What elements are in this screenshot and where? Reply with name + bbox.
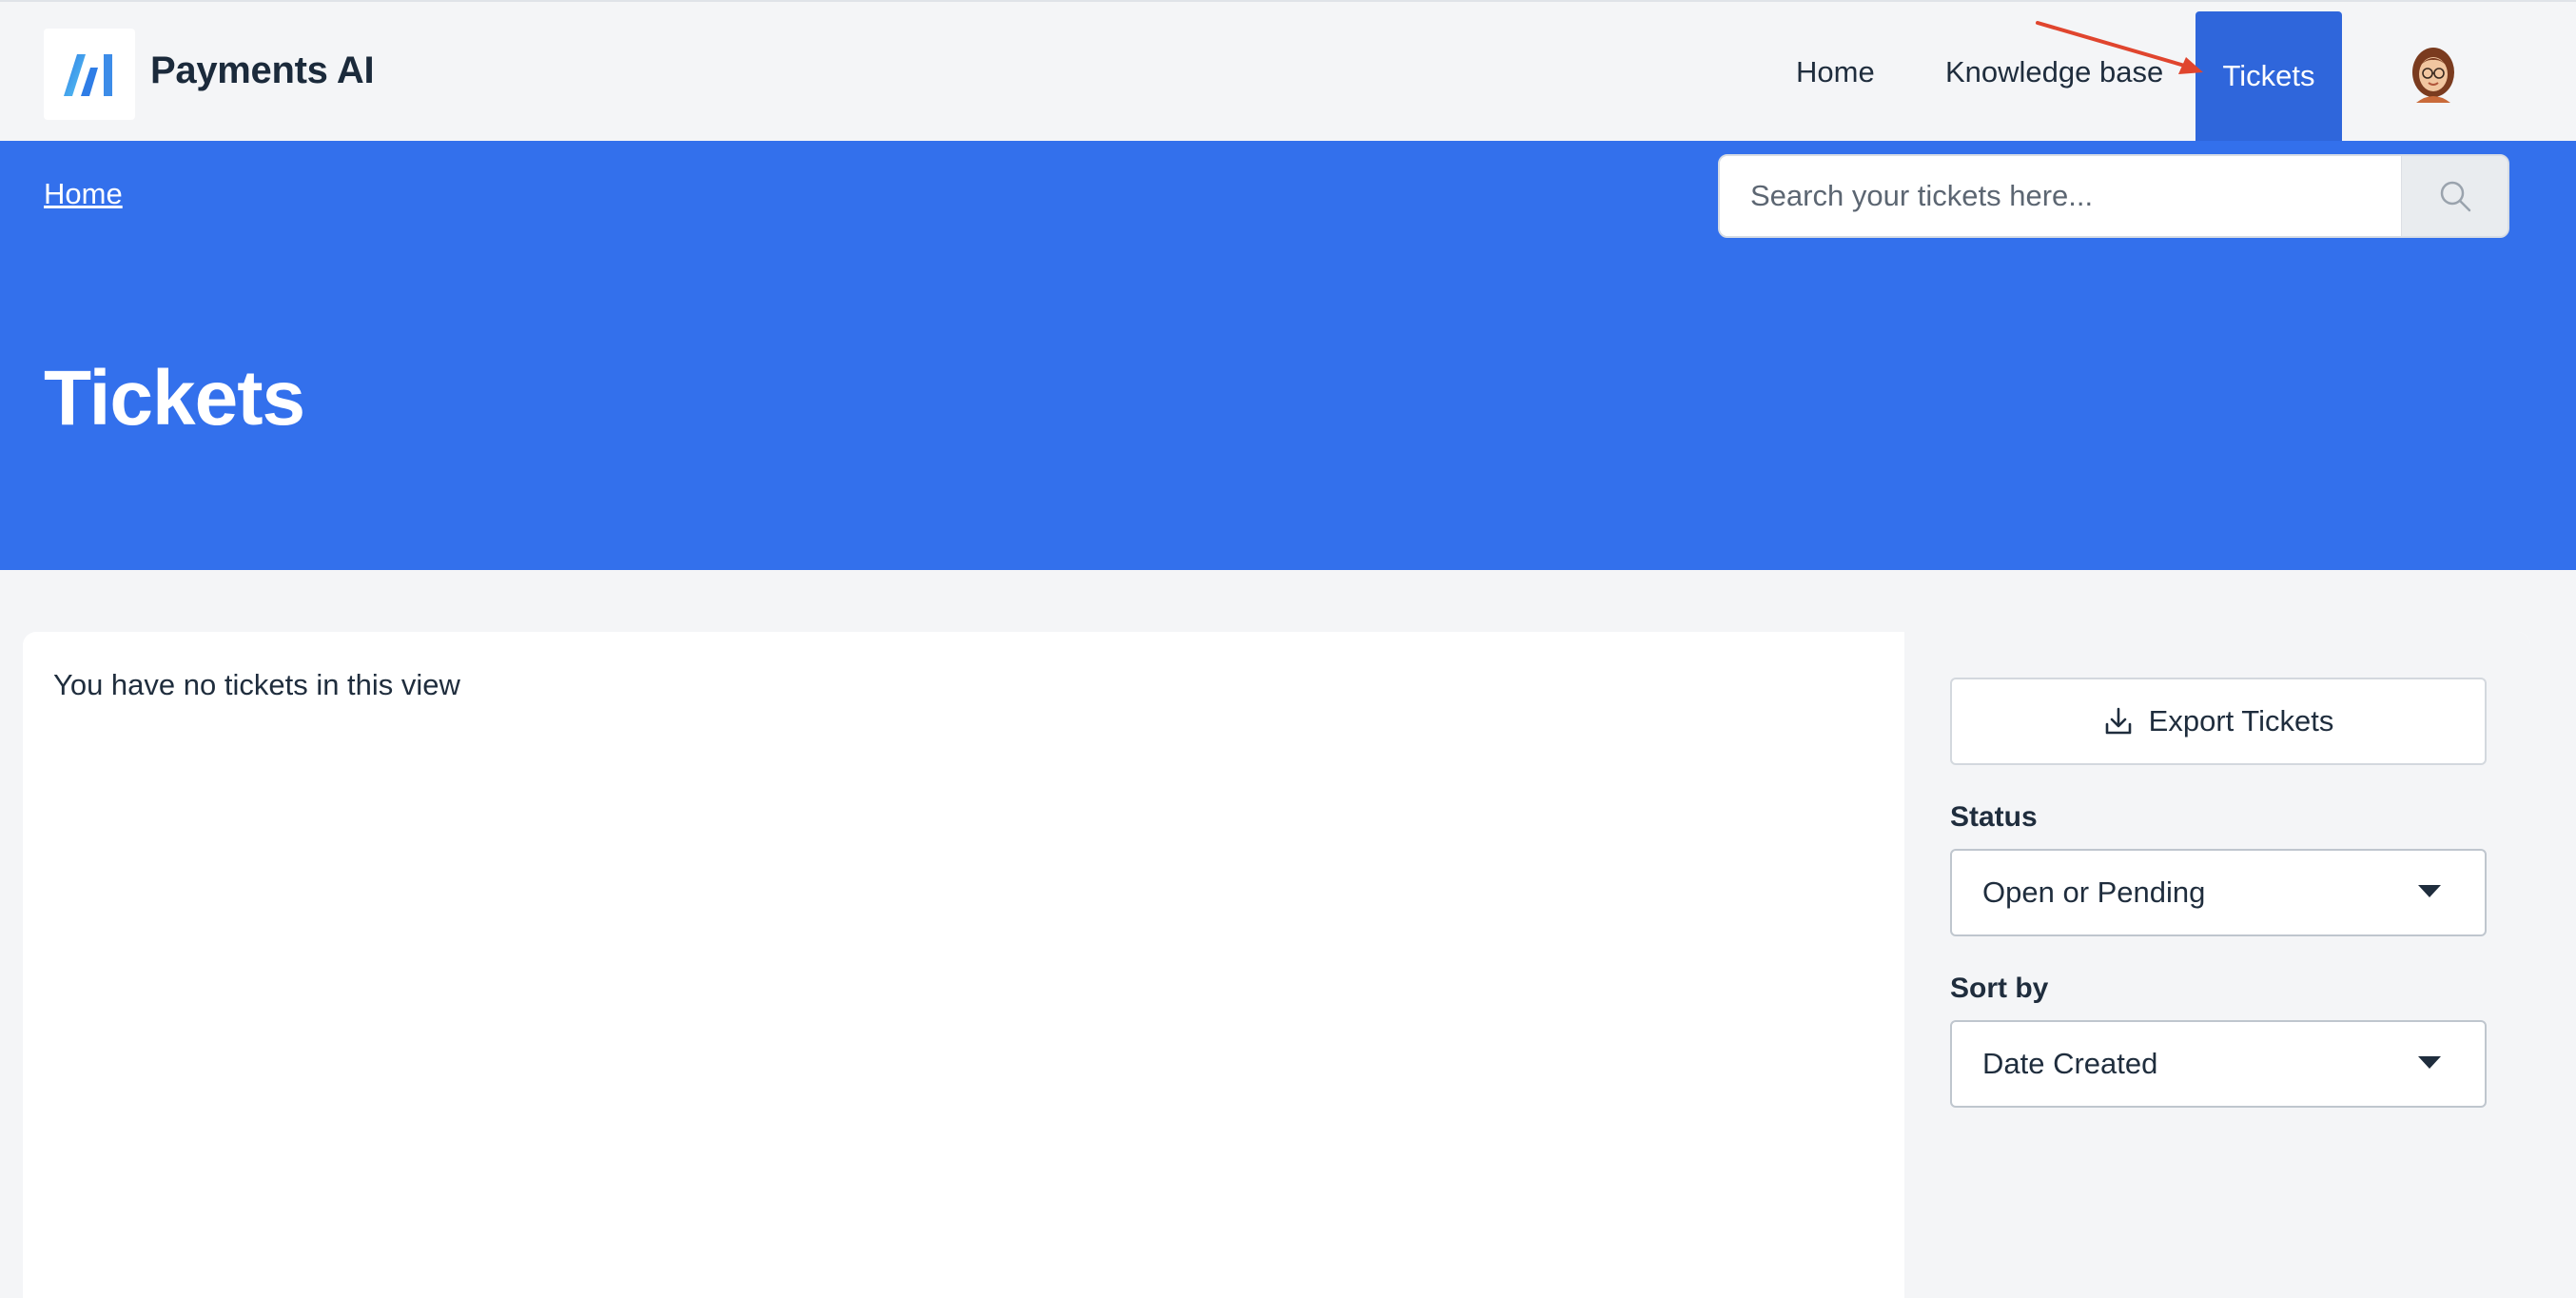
caret-down-icon bbox=[2418, 1056, 2441, 1069]
sort-by-label: Sort by bbox=[1950, 973, 2049, 1004]
export-tickets-label: Export Tickets bbox=[2148, 704, 2334, 738]
download-icon bbox=[2105, 707, 2131, 735]
sort-by-select[interactable]: Date Created bbox=[1950, 1020, 2487, 1108]
search-input[interactable] bbox=[1720, 156, 2401, 236]
search-icon bbox=[2440, 181, 2470, 212]
nav-tickets[interactable]: Tickets bbox=[2195, 11, 2342, 141]
caret-down-icon bbox=[2418, 885, 2441, 897]
status-select-value: Open or Pending bbox=[1982, 875, 2206, 909]
top-navigation-bar: Payments AI Home Knowledge base Tickets bbox=[0, 0, 2576, 141]
nav-home[interactable]: Home bbox=[1796, 2, 1875, 143]
filter-sidebar: Export Tickets Status Open or Pending So… bbox=[1904, 632, 2530, 1298]
status-label: Status bbox=[1950, 801, 2038, 833]
empty-state-message: You have no tickets in this view bbox=[53, 668, 460, 701]
annotation-arrow-icon bbox=[2036, 21, 2203, 74]
brand-name[interactable]: Payments AI bbox=[150, 49, 375, 92]
status-select[interactable]: Open or Pending bbox=[1950, 849, 2487, 936]
page-title: Tickets bbox=[44, 355, 305, 442]
user-avatar-icon[interactable] bbox=[2407, 46, 2460, 103]
export-tickets-button[interactable]: Export Tickets bbox=[1950, 678, 2487, 765]
search-button[interactable] bbox=[2401, 156, 2508, 236]
breadcrumb-home[interactable]: Home bbox=[44, 177, 123, 211]
ai-logo-icon[interactable] bbox=[44, 29, 135, 120]
search-box bbox=[1718, 154, 2509, 238]
tickets-card: You have no tickets in this view Export … bbox=[23, 632, 2530, 1298]
hero-banner: Home Tickets bbox=[0, 141, 2576, 570]
sort-by-select-value: Date Created bbox=[1982, 1047, 2158, 1080]
